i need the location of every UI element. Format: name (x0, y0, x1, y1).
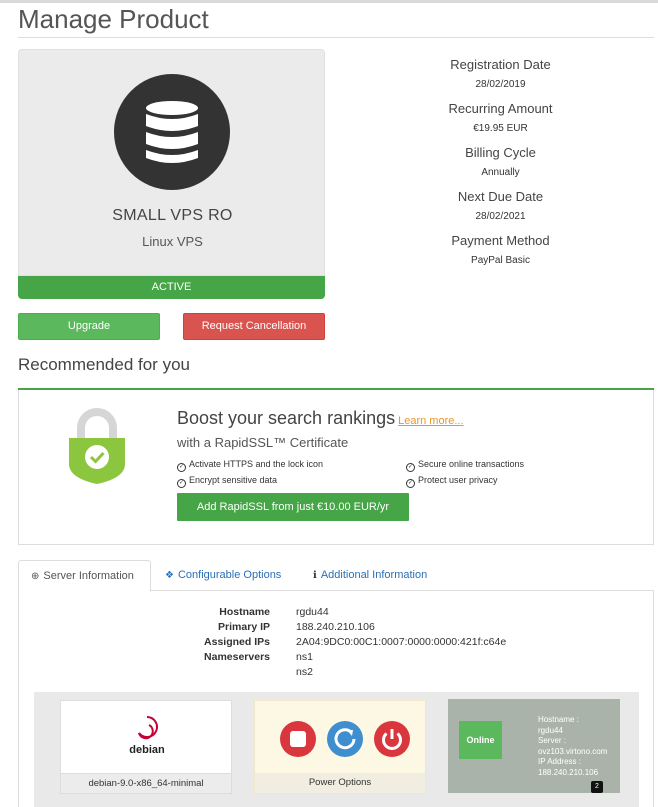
feature-label: Activate HTTPS and the lock icon (189, 459, 324, 469)
os-name: debian-9.0-x86_64-minimal (61, 773, 231, 793)
check-circle-icon: ✓ (406, 479, 415, 488)
check-circle-icon: ✓ (177, 479, 186, 488)
restart-icon (334, 728, 356, 750)
svg-text:debian: debian (129, 744, 165, 755)
tab-configurable-options[interactable]: ❖ Configurable Options (153, 560, 293, 591)
server-info-line: ovz103.virtono.com (538, 746, 608, 756)
power-options-label: Power Options (255, 773, 425, 793)
server-info-line: IP Address : (538, 757, 581, 766)
detail-value-next-due-date: 28/02/2021 (475, 211, 526, 222)
recommendation-headline: Boost your search rankings Learn more... (177, 408, 464, 429)
info-value: 188.240.210.106 (296, 621, 375, 633)
tab-server-information[interactable]: ⊕ Server Information (18, 560, 151, 592)
server-info-panel: Hostname rgdu44 Primary IP 188.240.210.1… (18, 591, 654, 807)
feature-label: Secure online transactions (418, 459, 525, 469)
product-group: Linux VPS (142, 234, 203, 249)
online-status-badge: Online (459, 721, 502, 759)
info-row-primary-ip: Primary IP 188.240.210.106 (19, 620, 655, 635)
power-icon (382, 729, 402, 750)
product-details: Registration Date 28/02/2019 Recurring A… (380, 55, 621, 275)
tab-label: Additional Information (320, 569, 428, 581)
database-icon (114, 74, 230, 190)
server-summary: Hostname : rgdu44 Server : ovz103.virton… (538, 715, 607, 778)
product-name: SMALL VPS RO (112, 207, 233, 224)
title-divider (18, 37, 654, 38)
power-off-button[interactable] (374, 721, 410, 757)
info-label: Assigned IPs (204, 636, 270, 648)
product-panel: SMALL VPS RO Linux VPS (18, 49, 325, 276)
info-value: 2A04:9DC0:00C1:0007:0000:0000:421f:c64e (296, 636, 507, 648)
debian-logo-icon: debian (125, 711, 169, 756)
os-card: debian debian-9.0-x86_64-minimal (60, 700, 232, 794)
recommendation-subtitle: with a RapidSSL™ Certificate (177, 435, 349, 450)
recommended-title: Recommended for you (18, 355, 190, 374)
feature-item: ✓ Protect user privacy (406, 475, 498, 488)
tab-label: Server Information (43, 570, 134, 582)
detail-label-payment-method: Payment Method (451, 233, 550, 248)
globe-icon: ⊕ (31, 571, 40, 582)
top-border (0, 0, 658, 3)
feature-item: ✓ Secure online transactions (406, 459, 524, 472)
learn-more-link[interactable]: Learn more... (398, 415, 463, 427)
cubes-icon: ❖ (165, 570, 174, 581)
server-info-line: 188.240.210.106 (538, 767, 599, 777)
ssl-shield-icon (67, 408, 127, 486)
info-row-hostname: Hostname rgdu44 (19, 605, 655, 620)
stop-button[interactable] (280, 721, 316, 757)
check-circle-icon: ✓ (177, 463, 186, 472)
request-cancellation-button[interactable]: Request Cancellation (183, 313, 325, 340)
page-badge[interactable]: 2 (591, 781, 603, 793)
detail-value-registration-date: 28/02/2019 (475, 79, 526, 90)
server-info-line: rgdu44 (538, 725, 563, 735)
power-options-card: Power Options (254, 700, 426, 794)
stop-icon (290, 731, 306, 747)
tab-label: Configurable Options (177, 569, 282, 581)
info-row-nameserver-2: ns2 (19, 665, 655, 680)
feature-label: Encrypt sensitive data (189, 475, 278, 485)
tab-additional-information[interactable]: ℹ Additional Information (301, 560, 439, 591)
info-icon: ℹ (313, 570, 317, 581)
upgrade-button[interactable]: Upgrade (18, 313, 160, 340)
feature-item: ✓ Encrypt sensitive data (177, 475, 277, 488)
info-label: Nameservers (204, 651, 270, 663)
detail-value-payment-method: PayPal Basic (471, 255, 530, 266)
info-row-nameservers: Nameservers ns1 (19, 650, 655, 665)
feature-item: ✓ Activate HTTPS and the lock icon (177, 459, 323, 472)
detail-value-recurring-amount: €19.95 EUR (473, 123, 528, 134)
info-value: ns2 (296, 666, 313, 678)
vps-control-panel: debian debian-9.0-x86_64-minimal Power O… (34, 692, 639, 807)
server-info-line: Hostname : (538, 715, 579, 724)
server-status-card: Online Hostname : rgdu44 Server : ovz103… (448, 699, 620, 793)
detail-value-billing-cycle: Annually (481, 167, 520, 178)
info-value: rgdu44 (296, 606, 329, 618)
headline-text: Boost your search rankings (177, 408, 396, 428)
feature-label: Protect user privacy (418, 475, 498, 485)
product-tabs: ⊕ Server Information ❖ Configurable Option… (18, 560, 654, 592)
server-info-line: Server : (538, 736, 567, 745)
recommendation-box: Boost your search rankings Learn more... … (18, 390, 654, 545)
restart-button[interactable] (327, 721, 363, 757)
info-row-assigned-ips: Assigned IPs 2A04:9DC0:00C1:0007:0000:00… (19, 635, 655, 650)
check-circle-icon: ✓ (406, 463, 415, 472)
page-title: Manage Product (18, 4, 209, 34)
info-value: ns1 (296, 651, 313, 663)
detail-label-registration-date: Registration Date (450, 57, 551, 72)
status-badge: ACTIVE (18, 276, 325, 299)
info-label: Primary IP (218, 621, 270, 633)
detail-label-recurring-amount: Recurring Amount (448, 101, 553, 116)
add-rapidssl-button[interactable]: Add RapidSSL from just €10.00 EUR/yr (177, 493, 409, 521)
info-label: Hostname (219, 606, 270, 618)
detail-label-billing-cycle: Billing Cycle (465, 145, 536, 160)
product-card: SMALL VPS RO Linux VPS ACTIVE (18, 49, 325, 299)
detail-label-next-due-date: Next Due Date (457, 189, 544, 204)
